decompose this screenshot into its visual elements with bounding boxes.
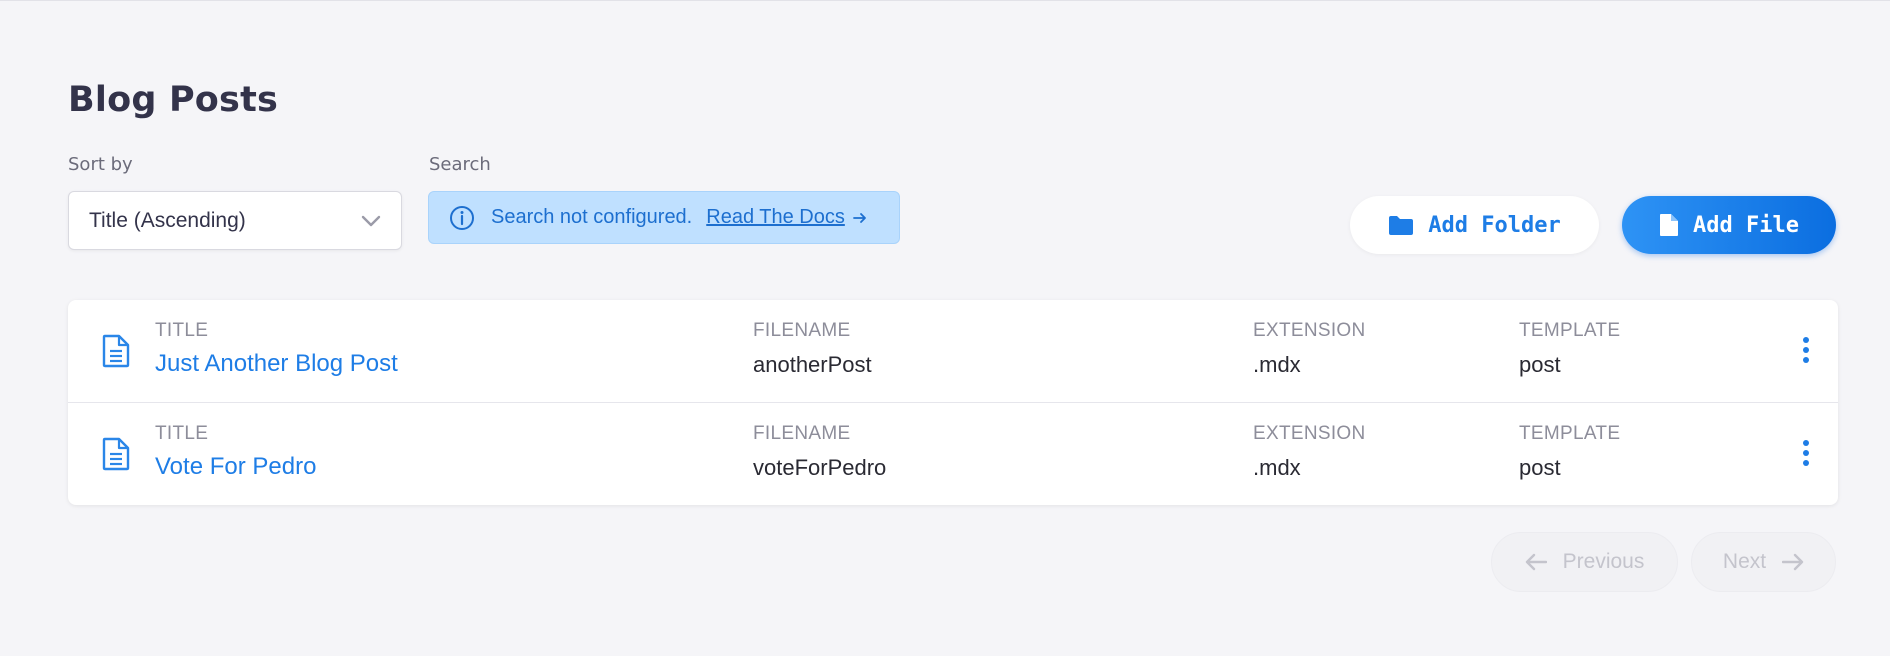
kebab-menu-icon[interactable] [1802, 439, 1810, 467]
filename-column-label: FILENAME [753, 320, 851, 341]
document-icon [102, 437, 130, 471]
filename-value: voteForPedro [753, 455, 887, 480]
top-border [0, 0, 1890, 1]
template-value: post [1519, 455, 1561, 480]
file-icon [1660, 214, 1679, 236]
sort-selected-value: Title (Ascending) [89, 208, 246, 232]
previous-page-button[interactable]: Previous [1491, 532, 1678, 592]
chevron-down-icon [361, 215, 381, 227]
page-title: Blog Posts [68, 80, 279, 120]
filename-cell: FILENAME anotherPost [753, 320, 872, 378]
list-row[interactable]: TITLE Vote For Pedro FILENAME voteForPed… [68, 402, 1838, 504]
extension-cell: EXTENSION .mdx [1253, 423, 1366, 481]
add-folder-label: Add Folder [1428, 212, 1561, 238]
arrow-right-icon [1782, 553, 1804, 571]
read-the-docs-label: Read The Docs [706, 206, 845, 228]
add-file-label: Add File [1693, 212, 1799, 238]
template-column-label: TEMPLATE [1519, 423, 1621, 444]
extension-column-label: EXTENSION [1253, 423, 1366, 444]
filename-value: anotherPost [753, 352, 872, 377]
sort-label: Sort by [68, 154, 133, 175]
title-column-label: TITLE [155, 423, 209, 444]
search-message: Search not configured. [491, 206, 693, 228]
document-title-link[interactable]: Vote For Pedro [155, 453, 316, 481]
list-row[interactable]: TITLE Just Another Blog Post FILENAME an… [68, 300, 1838, 402]
document-title-link[interactable]: Just Another Blog Post [155, 350, 398, 378]
arrow-right-icon [852, 212, 866, 223]
extension-cell: EXTENSION .mdx [1253, 320, 1366, 378]
template-cell: TEMPLATE post [1519, 320, 1620, 378]
document-icon [102, 334, 130, 368]
title-cell: TITLE Vote For Pedro [155, 423, 316, 481]
document-list: TITLE Just Another Blog Post FILENAME an… [68, 300, 1838, 505]
next-page-button[interactable]: Next [1691, 532, 1836, 592]
add-file-button[interactable]: Add File [1622, 196, 1836, 254]
next-label: Next [1722, 550, 1767, 573]
filename-column-label: FILENAME [753, 423, 851, 444]
info-icon [449, 205, 475, 231]
folder-icon [1389, 216, 1414, 235]
filename-cell: FILENAME voteForPedro [753, 423, 886, 481]
extension-column-label: EXTENSION [1253, 320, 1366, 341]
add-folder-button[interactable]: Add Folder [1350, 196, 1599, 254]
search-label: Search [429, 154, 491, 175]
extension-value: .mdx [1253, 455, 1301, 480]
template-column-label: TEMPLATE [1519, 320, 1621, 341]
template-cell: TEMPLATE post [1519, 423, 1620, 481]
template-value: post [1519, 352, 1561, 377]
kebab-menu-icon[interactable] [1802, 336, 1810, 364]
read-the-docs-link[interactable]: Read The Docs [706, 206, 867, 229]
sort-select[interactable]: Title (Ascending) [68, 191, 402, 250]
extension-value: .mdx [1253, 352, 1301, 377]
title-cell: TITLE Just Another Blog Post [155, 320, 398, 378]
search-not-configured-notice: Search not configured. Read The Docs [428, 191, 900, 244]
previous-label: Previous [1562, 550, 1645, 573]
arrow-left-icon [1525, 553, 1547, 571]
title-column-label: TITLE [155, 320, 209, 341]
